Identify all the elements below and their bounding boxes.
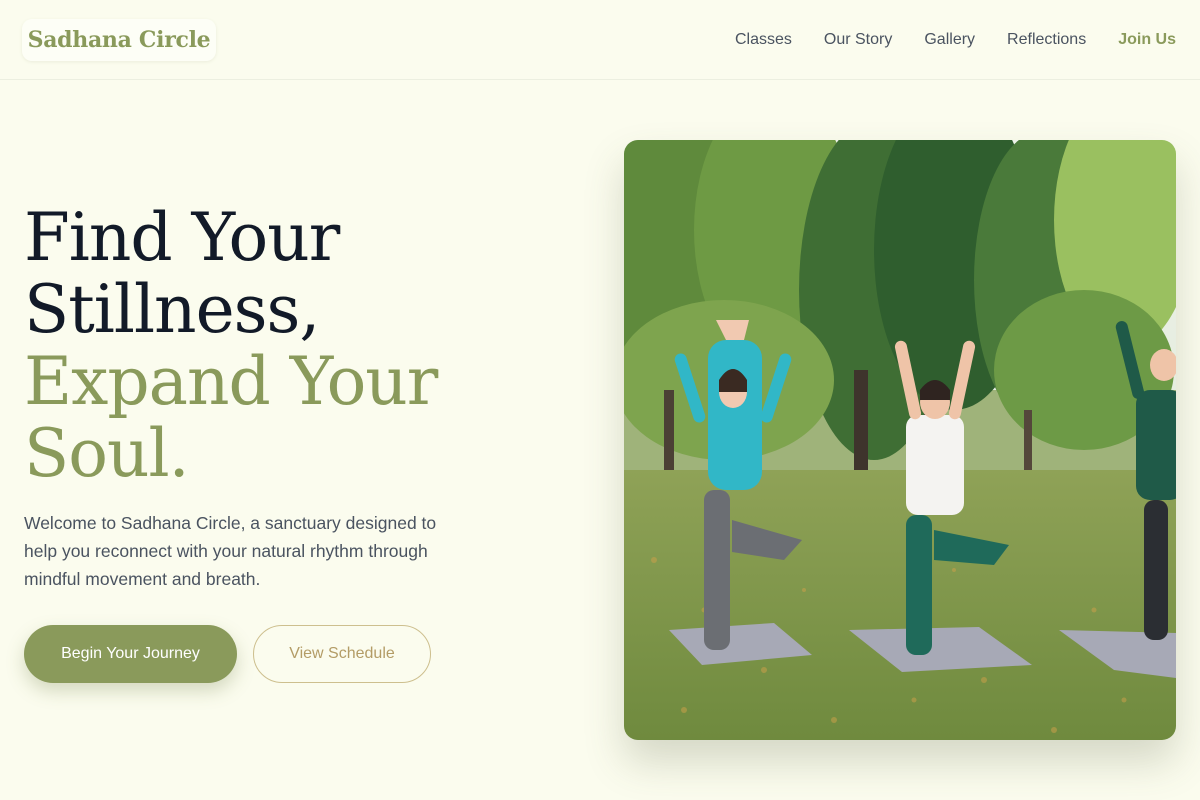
main-nav: Classes Our Story Gallery Reflections Jo…: [735, 0, 1176, 80]
nav-link-our-story[interactable]: Our Story: [824, 31, 892, 49]
nav-link-classes[interactable]: Classes: [735, 31, 792, 49]
nav-link-gallery[interactable]: Gallery: [924, 31, 975, 49]
hero-title-line-3: Expand Your: [24, 343, 438, 420]
begin-journey-button[interactable]: Begin Your Journey: [24, 625, 237, 683]
hero-image: [624, 140, 1176, 740]
hero-title-line-4: Soul.: [24, 415, 190, 492]
yoga-park-illustration: [624, 140, 1176, 740]
nav-link-reflections[interactable]: Reflections: [1007, 31, 1086, 49]
site-logo[interactable]: Sadhana Circle: [22, 19, 216, 61]
site-header: Sadhana Circle Classes Our Story Gallery…: [0, 0, 1200, 80]
nav-link-join-us[interactable]: Join Us: [1118, 31, 1176, 49]
hero-title-line-1: Find Your: [24, 199, 340, 276]
hero-title: Find Your Stillness, Expand Your Soul.: [24, 199, 438, 492]
hero-description: Welcome to Sadhana Circle, a sanctuary d…: [24, 513, 437, 589]
view-schedule-button[interactable]: View Schedule: [253, 625, 431, 683]
hero-title-line-2: Stillness,: [24, 271, 320, 348]
